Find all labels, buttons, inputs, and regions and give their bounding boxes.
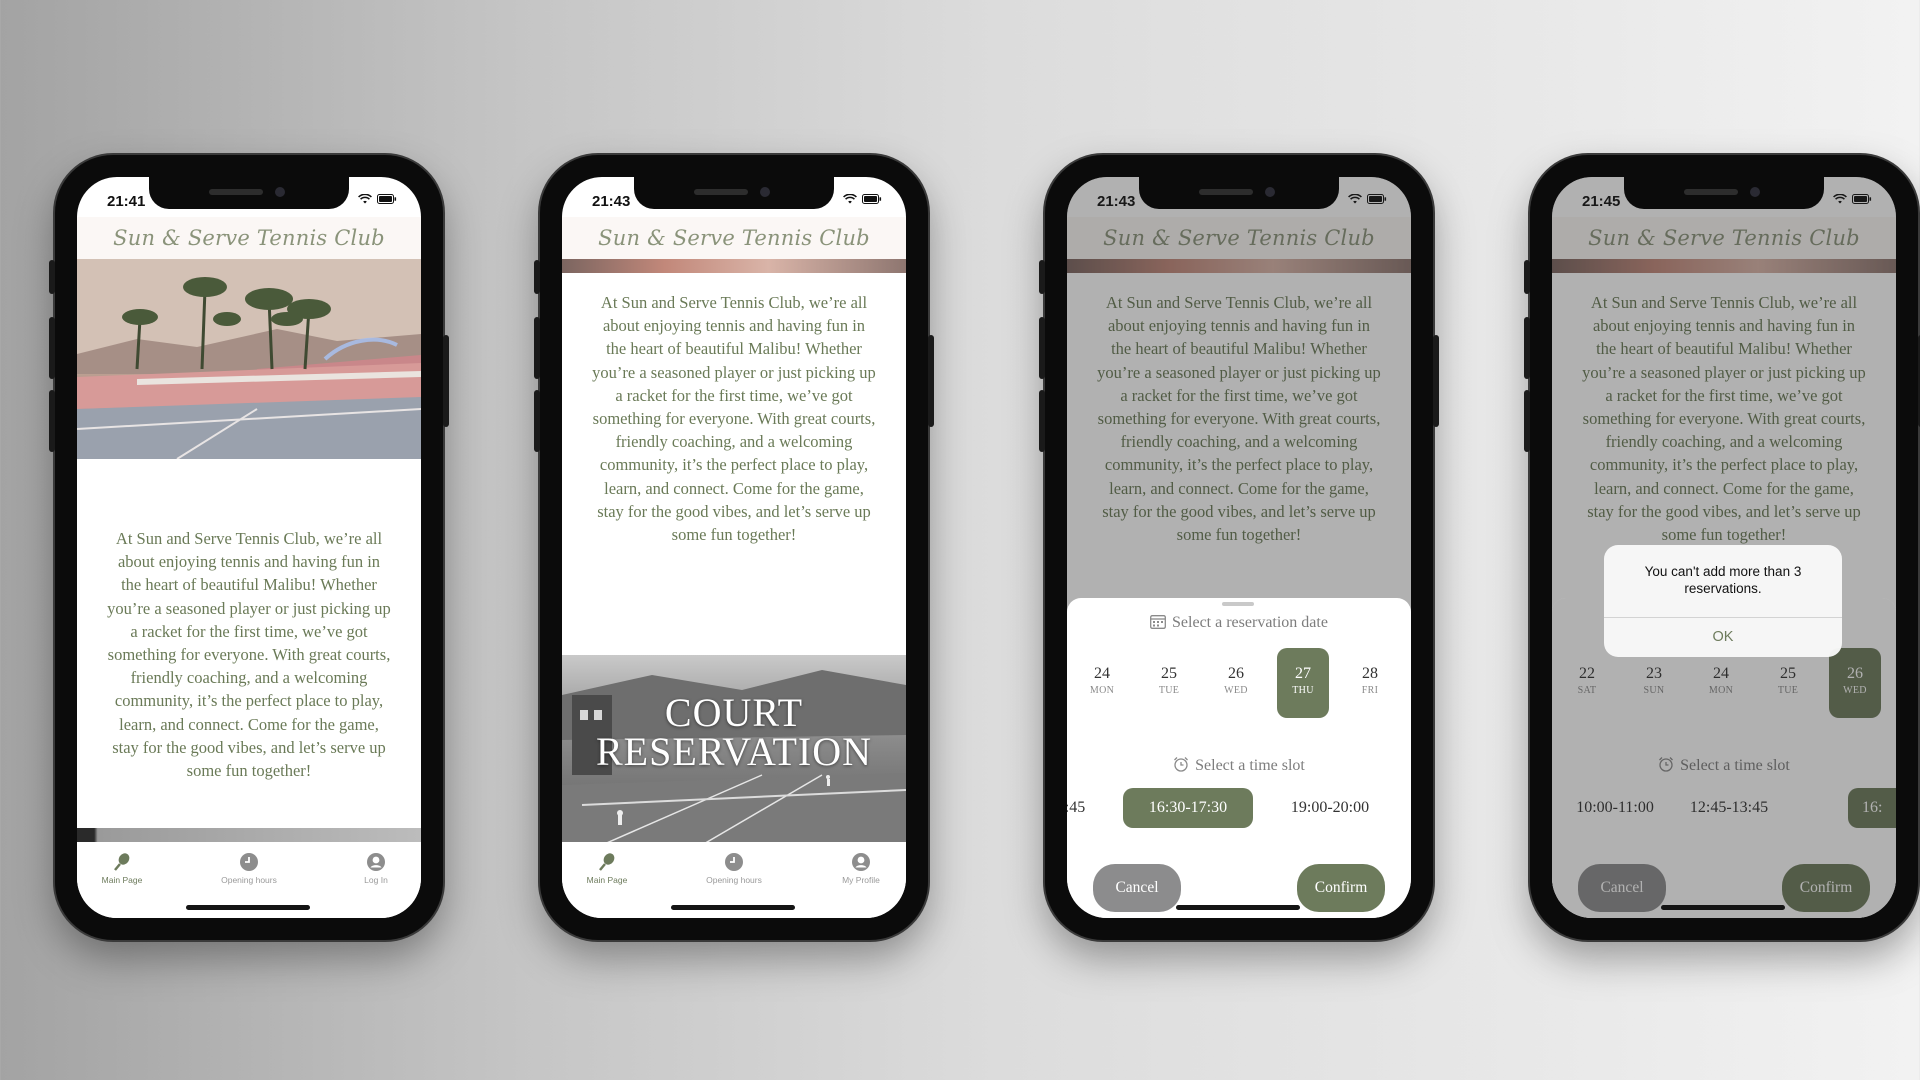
wifi-icon <box>843 194 857 204</box>
home-indicator <box>1661 905 1785 910</box>
sheet-grabber[interactable] <box>1222 602 1254 606</box>
day-number: 27 <box>1295 665 1311 682</box>
court-reservation-banner[interactable]: COURT RESERVATION <box>562 655 906 845</box>
tab-my-profile[interactable]: My Profile <box>811 852 906 885</box>
hero-image <box>77 259 421 459</box>
notch <box>149 177 349 209</box>
power-button <box>443 335 449 427</box>
weekday: THU <box>1292 685 1314 696</box>
tab-main-page[interactable]: Main Page <box>77 852 172 885</box>
profile-icon <box>852 853 870 871</box>
screen: 21:43 Sun & Serve Tennis Club At Sun and… <box>1067 177 1411 918</box>
intro-paragraph: At Sun and Serve Tennis Club, we’re all … <box>107 529 391 781</box>
weekday: MON <box>1089 685 1115 696</box>
date-label: Select a reservation date <box>1172 614 1328 631</box>
phone-main-page: 21:41 Sun & Serve Tennis Club At Sun and… <box>49 155 449 940</box>
volume-down-button <box>1524 390 1530 452</box>
brand-title: Sun & Serve Tennis Club <box>113 226 385 250</box>
tab-label: Log In <box>364 875 388 885</box>
day-number: 24 <box>1094 665 1110 682</box>
date-section-label: Select a reservation date <box>1067 614 1411 632</box>
time-section-label: Select a time slot <box>1067 756 1411 775</box>
notch <box>1624 177 1824 209</box>
court-reservation-title: COURT RESERVATION <box>596 690 872 774</box>
date-option[interactable]: 24 MON <box>1076 648 1128 718</box>
image-strip <box>77 828 421 842</box>
date-option-selected[interactable]: 27 THU <box>1277 648 1329 718</box>
time-slot-selected[interactable]: 16:30-17:30 <box>1123 788 1253 828</box>
ok-button[interactable]: OK <box>1604 617 1842 657</box>
tab-label: My Profile <box>842 875 880 885</box>
clock-icon <box>725 853 743 871</box>
weekday: TUE <box>1158 685 1180 696</box>
weekday: FRI <box>1361 685 1379 696</box>
volume-down-button <box>49 390 55 452</box>
screen: 21:45 Sun & Serve Tennis Club At Sun and… <box>1552 177 1896 918</box>
tab-label: Main Page <box>586 875 628 885</box>
confirm-button[interactable]: Confirm <box>1297 864 1385 912</box>
volume-down-button <box>534 390 540 452</box>
volume-up-button <box>49 317 55 379</box>
volume-up-button <box>1039 317 1045 379</box>
reservation-limit-alert: You can't add more than 3 reservations. … <box>1604 545 1842 657</box>
mute-switch <box>49 260 55 294</box>
profile-icon <box>367 853 385 871</box>
volume-up-button <box>1524 317 1530 379</box>
mute-switch <box>1039 260 1045 294</box>
wifi-icon <box>358 194 372 204</box>
tab-label: Opening hours <box>221 875 277 885</box>
cancel-button[interactable]: Cancel <box>1093 864 1181 912</box>
phone-reservation-limit-alert: 21:45 Sun & Serve Tennis Club At Sun and… <box>1524 155 1920 940</box>
brand-title: Sun & Serve Tennis Club <box>598 226 870 250</box>
status-time: 21:43 <box>592 193 631 210</box>
date-option[interactable]: 25 TUE <box>1143 648 1195 718</box>
power-button <box>1433 335 1439 427</box>
day-number: 25 <box>1161 665 1177 682</box>
app-header: Sun & Serve Tennis Club <box>562 217 906 259</box>
tennis-racket-icon <box>599 853 615 871</box>
weekday: WED <box>1224 685 1248 696</box>
notch <box>1139 177 1339 209</box>
screen: 21:43 Sun & Serve Tennis Club At Sun and… <box>562 177 906 918</box>
battery-icon <box>377 194 397 204</box>
battery-icon <box>862 194 882 204</box>
app-header: Sun & Serve Tennis Club <box>77 217 421 259</box>
alert-message: You can't add more than 3 reservations. <box>1644 564 1802 596</box>
mute-switch <box>534 260 540 294</box>
tab-opening-hours[interactable]: Opening hours <box>684 852 784 885</box>
phone-reservation-sheet: 21:43 Sun & Serve Tennis Club At Sun and… <box>1039 155 1439 940</box>
tab-main-page[interactable]: Main Page <box>562 852 657 885</box>
home-indicator <box>671 905 795 910</box>
day-number: 26 <box>1228 665 1244 682</box>
mute-switch <box>1524 260 1530 294</box>
tab-label: Main Page <box>101 875 143 885</box>
tab-label: Opening hours <box>706 875 762 885</box>
date-option[interactable]: 28 FRI <box>1344 648 1396 718</box>
intro-paragraph: At Sun and Serve Tennis Club, we’re all … <box>592 293 876 545</box>
home-indicator <box>1176 905 1300 910</box>
status-time: 21:41 <box>107 193 146 210</box>
calendar-icon <box>1150 615 1166 629</box>
volume-down-button <box>1039 390 1045 452</box>
reservation-sheet: Select a reservation date 24 MON 25 TUE 26… <box>1067 598 1411 918</box>
home-indicator <box>186 905 310 910</box>
time-slot-label: Select a time slot <box>1195 757 1305 774</box>
notch <box>634 177 834 209</box>
clock-icon <box>240 853 258 871</box>
tennis-racket-icon <box>114 853 130 871</box>
phone-court-reservation: 21:43 Sun & Serve Tennis Club At Sun and… <box>534 155 934 940</box>
time-slot-option[interactable]: :45 <box>1067 788 1097 828</box>
alarm-clock-icon <box>1174 757 1189 772</box>
time-slot-option[interactable]: 19:00-20:00 <box>1265 788 1395 828</box>
hero-image-edge <box>562 259 906 273</box>
tab-log-in[interactable]: Log In <box>326 852 421 885</box>
power-button <box>928 335 934 427</box>
screen: 21:41 Sun & Serve Tennis Club At Sun and… <box>77 177 421 918</box>
date-option[interactable]: 26 WED <box>1210 648 1262 718</box>
day-number: 28 <box>1362 665 1378 682</box>
volume-up-button <box>534 317 540 379</box>
tab-opening-hours[interactable]: Opening hours <box>199 852 299 885</box>
